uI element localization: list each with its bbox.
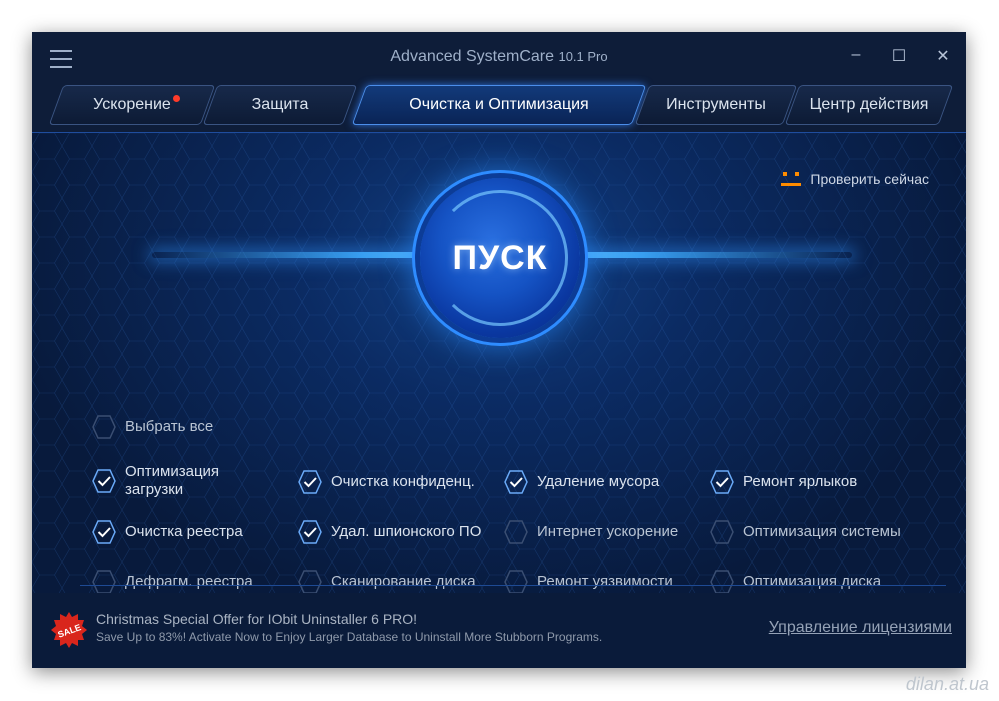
option-spyware-removal[interactable]: Удал. шпионского ПО	[298, 520, 481, 544]
option-boot-optimize[interactable]: Оптимизация загрузки	[92, 463, 219, 499]
checkbox-label: Удаление мусора	[537, 473, 660, 490]
option-system-optimize[interactable]: Оптимизация системы	[710, 520, 901, 544]
tab-action-center[interactable]: Центр действия	[784, 85, 954, 125]
close-button[interactable]: ✕	[932, 46, 954, 66]
window-title: Advanced SystemCare 10.1 Pro	[32, 48, 966, 66]
checkbox-label: Оптимизация системы	[743, 523, 901, 540]
checkbox-hex-icon	[710, 570, 734, 594]
app-version: 10.1 Pro	[558, 49, 608, 64]
checkbox-label: Интернет ускорение	[537, 523, 679, 540]
checkbox-hex-icon	[710, 520, 734, 544]
option-shortcut-fix[interactable]: Ремонт ярлыков	[710, 470, 857, 494]
tab-label: Центр действия	[809, 96, 929, 113]
footer-offer-bar: SALE Christmas Special Offer for IObit U…	[32, 593, 966, 668]
checkbox-label: Выбрать все	[125, 418, 214, 435]
minimize-button[interactable]: ‒	[845, 46, 867, 66]
option-junk-clean[interactable]: Удаление мусора	[504, 470, 659, 494]
checkbox-hex-icon	[504, 520, 528, 544]
select-all-checkbox[interactable]: Выбрать все	[92, 415, 213, 439]
app-window: Advanced SystemCare 10.1 Pro ‒ ☐ ✕ Ускор…	[32, 32, 966, 668]
option-registry-clean[interactable]: Очистка реестра	[92, 520, 243, 544]
checkbox-label: Сканирование диска	[331, 573, 476, 590]
tab-bar: Ускорение Защита Очистка и Оптимизация И…	[32, 82, 966, 133]
sale-badge-icon[interactable]: SALE	[51, 612, 87, 648]
tab-clean-optimize[interactable]: Очистка и Оптимизация	[351, 85, 647, 125]
checkbox-hex-icon	[92, 415, 116, 439]
checkbox-label: Оптимизация загрузки	[125, 463, 220, 498]
tab-label: Очистка и Оптимизация	[409, 96, 589, 113]
divider	[80, 585, 946, 586]
start-button-label: ПУСК	[452, 239, 548, 277]
option-internet-boost[interactable]: Интернет ускорение	[504, 520, 678, 544]
checkbox-hex-icon	[92, 520, 116, 544]
checkbox-label: Ремонт ярлыков	[743, 473, 858, 490]
tab-protect[interactable]: Защита	[202, 85, 358, 125]
option-registry-defrag[interactable]: Дефрагм. реестра	[92, 570, 253, 594]
check-now-label: Проверить сейчас	[810, 171, 929, 187]
checkbox-hex-icon	[298, 470, 322, 494]
watermark-text: dilan.at.ua	[905, 674, 989, 694]
tab-speedup[interactable]: Ускорение	[48, 85, 216, 125]
checkbox-label: Очистка конфиденц.	[331, 473, 475, 490]
checkbox-hex-icon	[710, 470, 734, 494]
option-vulnerability-fix[interactable]: Ремонт уязвимости	[504, 570, 673, 594]
tab-toolbox[interactable]: Инструменты	[634, 85, 798, 125]
main-panel: Проверить сейчас ПУСК Выбрать все Оптими…	[32, 133, 966, 594]
title-bar: Advanced SystemCare 10.1 Pro ‒ ☐ ✕	[32, 32, 966, 82]
offer-title[interactable]: Christmas Special Offer for IObit Uninst…	[96, 611, 417, 627]
start-scan-button[interactable]: ПУСК	[420, 178, 580, 338]
option-disk-optimize[interactable]: Оптимизация диска	[710, 570, 881, 594]
checkbox-label: Оптимизация диска	[743, 573, 882, 590]
tab-label: Защита	[251, 96, 309, 113]
face-icon	[781, 172, 802, 186]
offer-subtitle: Save Up to 83%! Activate Now to Enjoy La…	[96, 630, 603, 644]
tab-label: Ускорение	[93, 96, 171, 113]
check-now-link[interactable]: Проверить сейчас	[780, 169, 929, 189]
checkbox-label: Дефрагм. реестра	[125, 573, 253, 590]
option-privacy-sweep[interactable]: Очистка конфиденц.	[298, 470, 475, 494]
checkbox-hex-icon	[504, 470, 528, 494]
checkbox-label: Ремонт уязвимости	[537, 573, 673, 590]
checkbox-hex-icon	[92, 469, 116, 493]
checkbox-hex-icon	[298, 520, 322, 544]
checkbox-label: Удал. шпионского ПО	[331, 523, 482, 540]
manage-licenses-link[interactable]: Управление лицензиями	[769, 619, 952, 637]
option-disk-scan[interactable]: Сканирование диска	[298, 570, 476, 594]
maximize-button[interactable]: ☐	[888, 46, 910, 66]
checkbox-hex-icon	[92, 570, 116, 594]
checkbox-hex-icon	[504, 570, 528, 594]
tab-label: Инструменты	[666, 96, 766, 113]
notification-dot-icon	[173, 95, 180, 102]
checkbox-hex-icon	[298, 570, 322, 594]
app-name: Advanced SystemCare	[390, 48, 555, 65]
checkbox-label: Очистка реестра	[125, 523, 243, 540]
